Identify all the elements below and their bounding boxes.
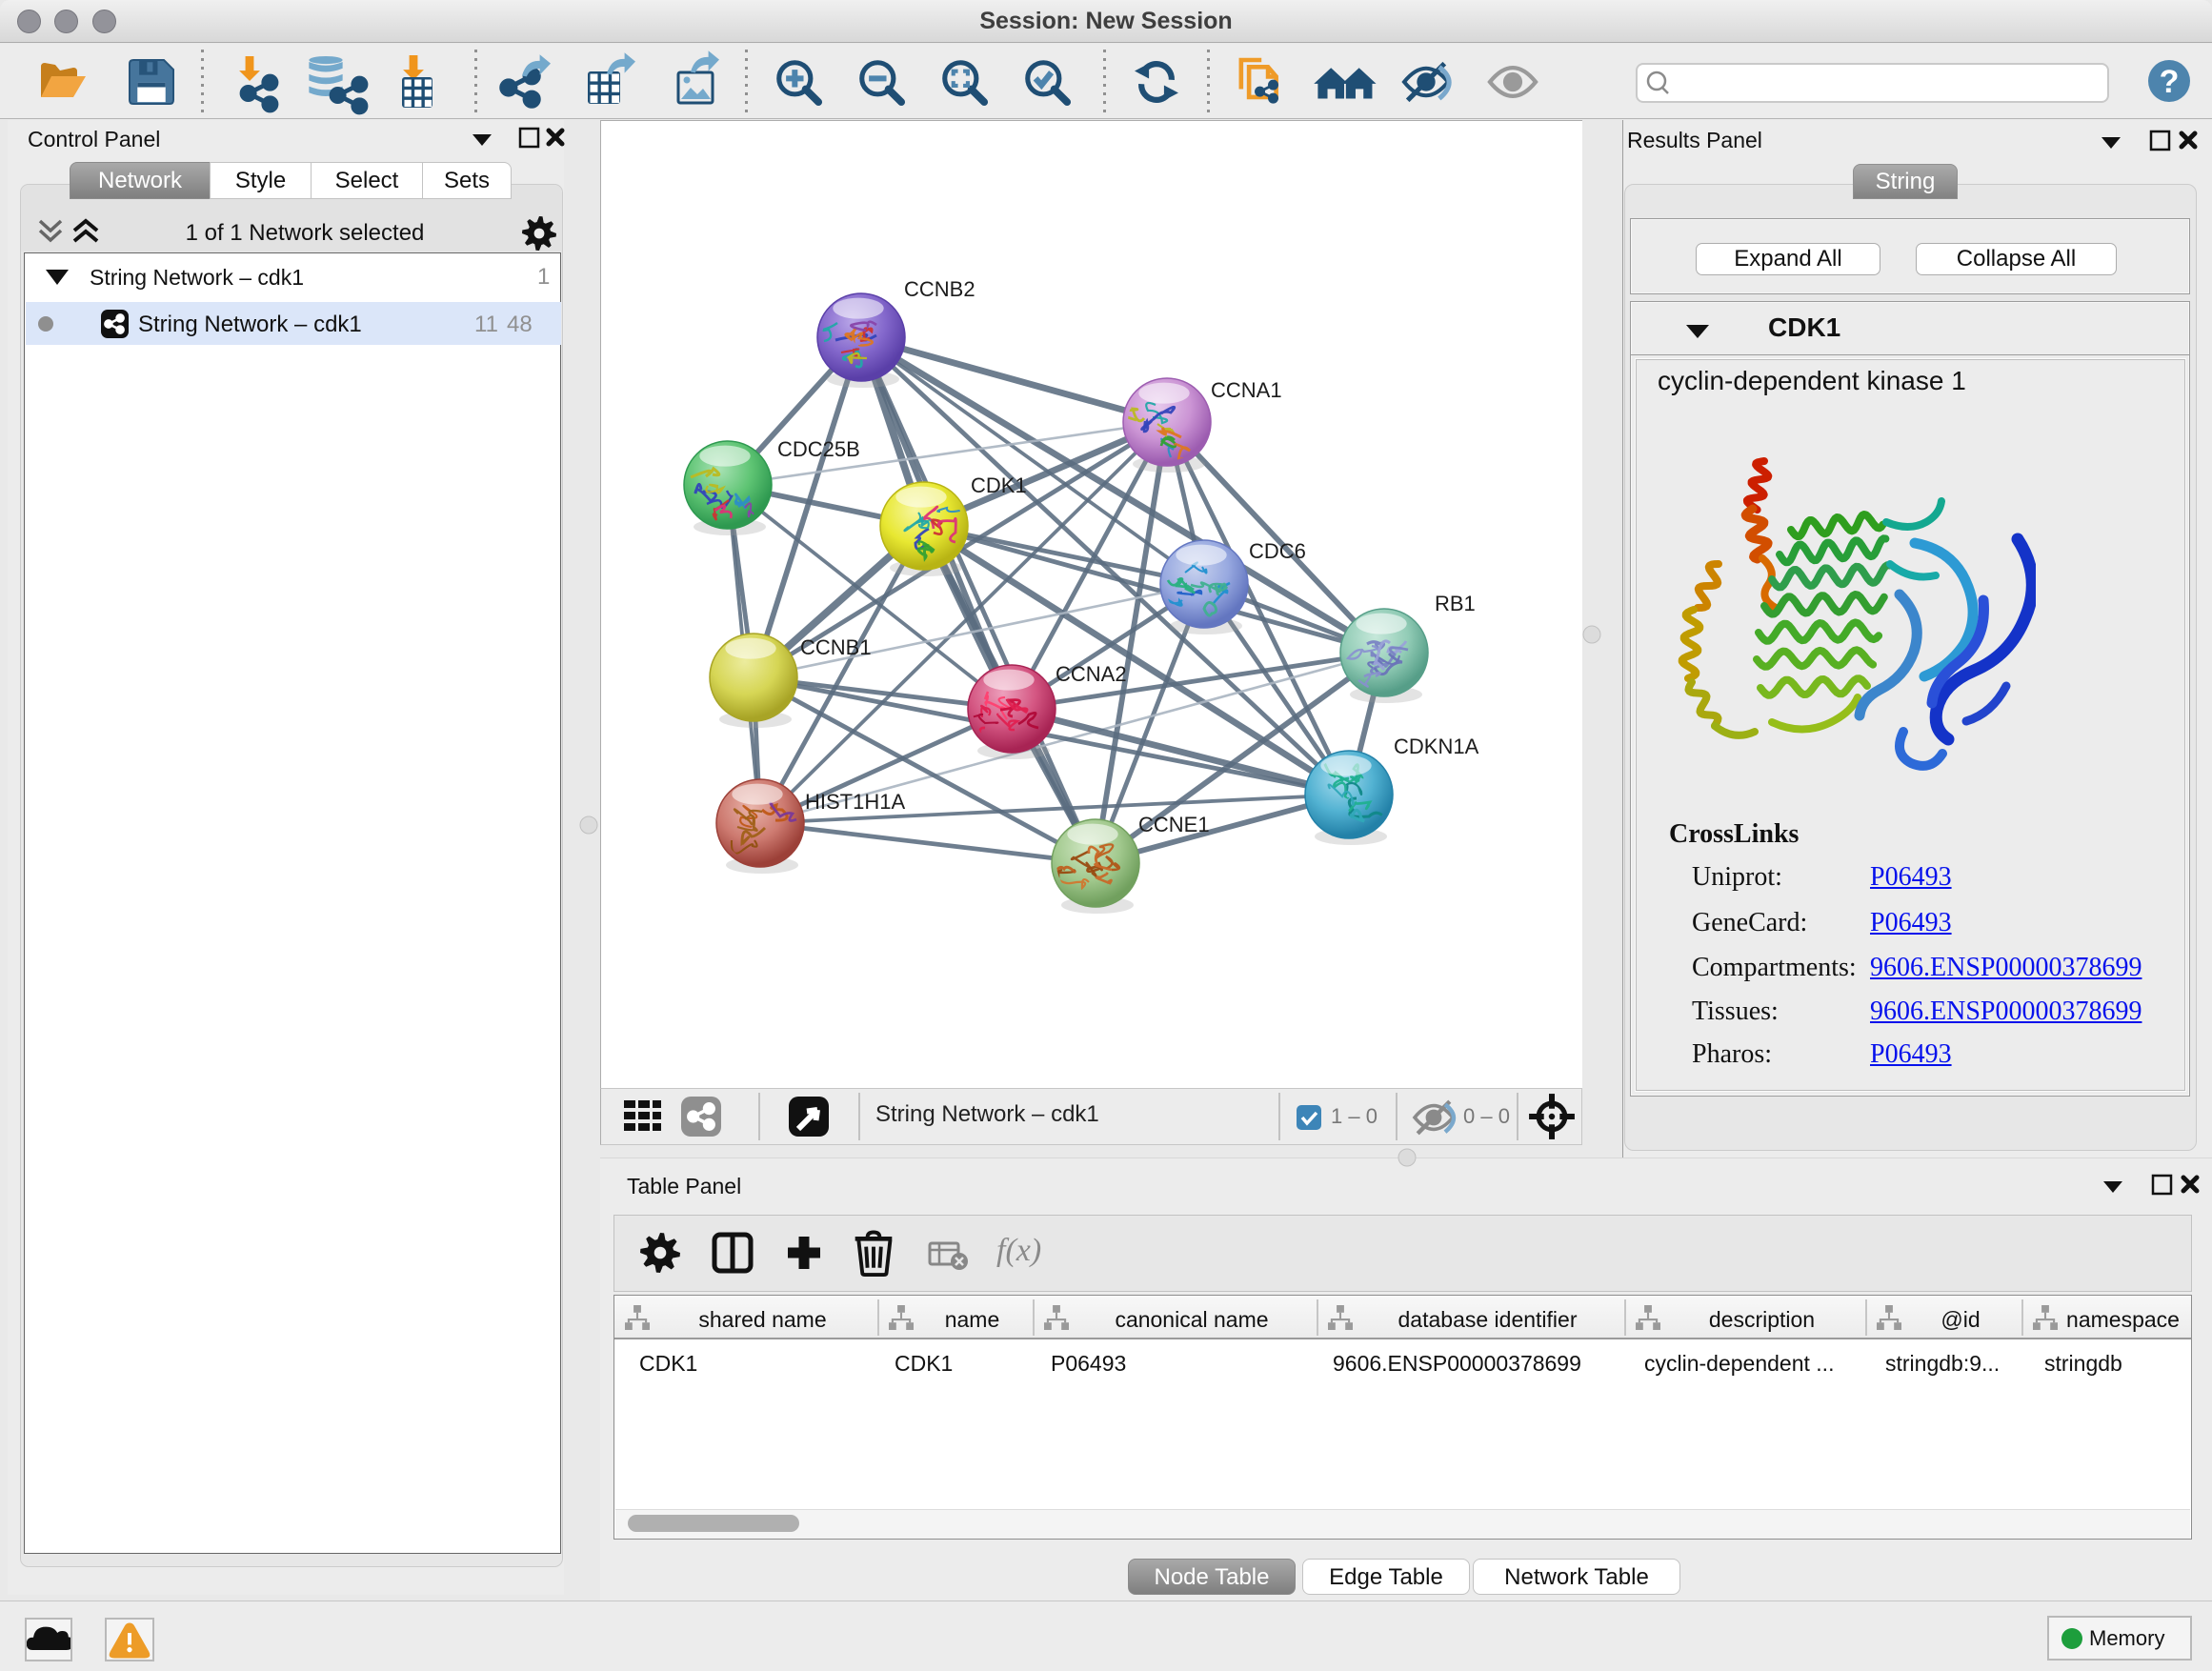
svg-text:CDC6: CDC6 xyxy=(1249,539,1306,563)
svg-text:CCNA1: CCNA1 xyxy=(1211,378,1282,402)
svg-text:CCNE1: CCNE1 xyxy=(1138,813,1210,836)
svg-text:HIST1H1A: HIST1H1A xyxy=(805,790,905,814)
svg-text:CCNB1: CCNB1 xyxy=(800,635,872,659)
svg-text:CCNA2: CCNA2 xyxy=(1056,662,1127,686)
svg-text:?: ? xyxy=(2160,64,2180,100)
svg-text:CDK1: CDK1 xyxy=(971,473,1027,497)
svg-text:CDC25B: CDC25B xyxy=(777,437,860,461)
svg-text:CDKN1A: CDKN1A xyxy=(1394,735,1479,758)
svg-text:RB1: RB1 xyxy=(1435,592,1476,615)
svg-text:CCNB2: CCNB2 xyxy=(904,277,975,301)
